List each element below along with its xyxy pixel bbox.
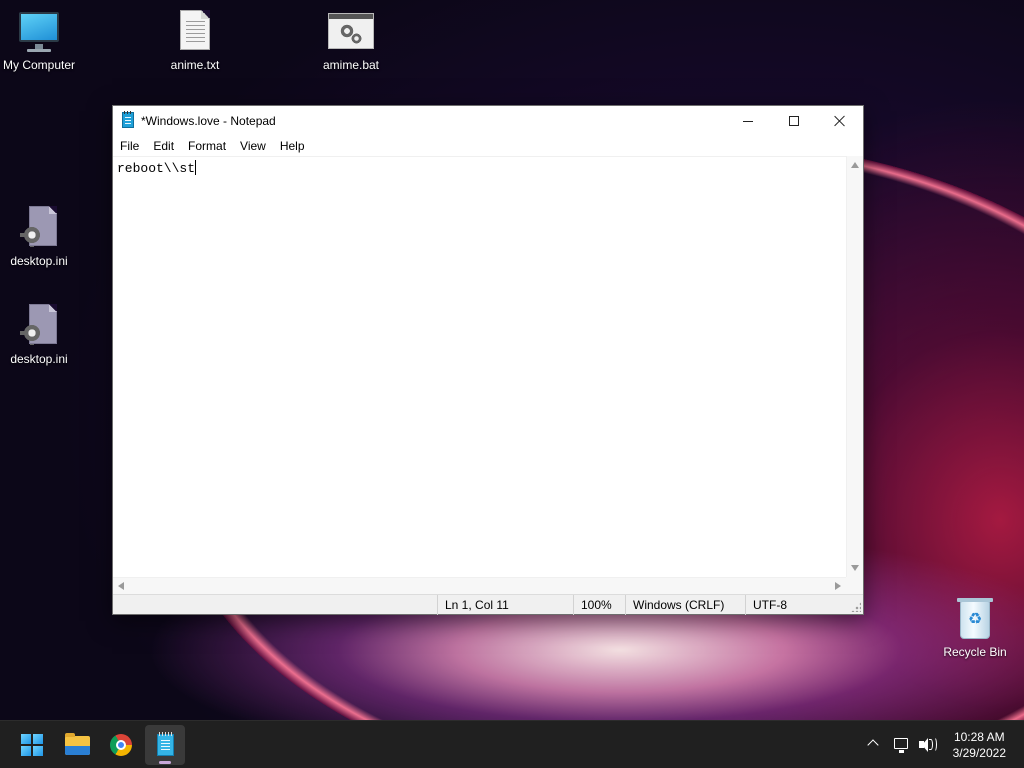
- volume-icon[interactable]: [916, 721, 938, 768]
- show-hidden-icons-button[interactable]: [864, 721, 884, 768]
- menu-edit[interactable]: Edit: [146, 136, 181, 156]
- menu-view[interactable]: View: [233, 136, 273, 156]
- status-bar: Ln 1, Col 11 100% Windows (CRLF) UTF-8: [113, 594, 863, 615]
- desktop-icon-label: desktop.ini: [10, 352, 68, 366]
- notepad-window: *Windows.love - Notepad File Edit Format…: [112, 105, 864, 615]
- status-cursor-position: Ln 1, Col 11: [437, 595, 573, 615]
- status-line-endings: Windows (CRLF): [625, 595, 745, 615]
- desktop-icon-label: desktop.ini: [10, 254, 68, 268]
- desktop-icon-label: My Computer: [2, 58, 76, 72]
- desktop-icon-label: amime.bat: [322, 58, 380, 72]
- close-icon: [834, 115, 846, 127]
- monitor-icon: [15, 10, 63, 54]
- text-caret: [195, 160, 197, 175]
- recycle-bin-icon: ♻: [951, 597, 999, 641]
- close-button[interactable]: [817, 106, 863, 136]
- status-encoding: UTF-8: [745, 595, 849, 615]
- minimize-button[interactable]: [725, 106, 771, 136]
- window-title: *Windows.love - Notepad: [141, 114, 276, 128]
- windows-logo-icon: [21, 734, 43, 756]
- desktop-icon-label: Recycle Bin: [943, 645, 1007, 659]
- horizontal-scrollbar[interactable]: [113, 577, 846, 594]
- batch-file-icon: [327, 10, 375, 54]
- scroll-left-icon[interactable]: [118, 582, 124, 590]
- network-icon[interactable]: [890, 721, 912, 768]
- title-bar[interactable]: *Windows.love - Notepad: [113, 106, 863, 136]
- desktop-icon-label: anime.txt: [170, 58, 220, 72]
- taskbar-chrome[interactable]: [101, 725, 141, 765]
- chrome-icon: [110, 734, 132, 756]
- desktop-icon-amime-bat[interactable]: amime.bat: [309, 10, 393, 72]
- notepad-icon: [157, 732, 174, 756]
- desktop-icon-anime-txt[interactable]: anime.txt: [153, 10, 237, 72]
- editor-text: reboot\\st: [117, 161, 196, 176]
- clock-time: 10:28 AM: [953, 730, 1005, 744]
- text-editor-area[interactable]: reboot\\st: [113, 156, 846, 577]
- clock-date: 3/29/2022: [952, 746, 1006, 760]
- menu-file[interactable]: File: [113, 136, 146, 156]
- minimize-icon: [743, 120, 753, 122]
- menu-help[interactable]: Help: [273, 136, 312, 156]
- active-indicator: [159, 761, 171, 764]
- scroll-up-icon[interactable]: [851, 162, 859, 168]
- menu-bar: File Edit Format View Help: [113, 136, 863, 156]
- system-clock[interactable]: 10:28 AM 3/29/2022: [953, 729, 1006, 761]
- taskbar-file-explorer[interactable]: [57, 725, 97, 765]
- desktop-icon-desktop-ini-1[interactable]: desktop.ini: [0, 206, 81, 268]
- vertical-scrollbar[interactable]: [846, 156, 863, 577]
- taskbar-notepad[interactable]: [145, 725, 185, 765]
- maximize-button[interactable]: [771, 106, 817, 136]
- resize-grip-icon[interactable]: [851, 602, 861, 612]
- folder-icon: [65, 733, 90, 755]
- desktop-icon-my-computer[interactable]: My Computer: [0, 10, 81, 72]
- menu-format[interactable]: Format: [181, 136, 233, 156]
- taskbar: 10:28 AM 3/29/2022: [0, 720, 1024, 768]
- settings-file-icon: [15, 304, 63, 348]
- desktop-icon-desktop-ini-2[interactable]: desktop.ini: [0, 304, 81, 366]
- scroll-down-icon[interactable]: [851, 565, 859, 571]
- scrollbar-corner: [846, 577, 863, 594]
- text-file-icon: [171, 10, 219, 54]
- start-button[interactable]: [12, 725, 52, 765]
- notepad-icon: [122, 111, 134, 128]
- maximize-icon: [789, 116, 799, 126]
- settings-file-icon: [15, 206, 63, 250]
- desktop-icon-recycle-bin[interactable]: ♻ Recycle Bin: [933, 597, 1017, 659]
- status-zoom: 100%: [573, 595, 625, 615]
- scroll-right-icon[interactable]: [835, 582, 841, 590]
